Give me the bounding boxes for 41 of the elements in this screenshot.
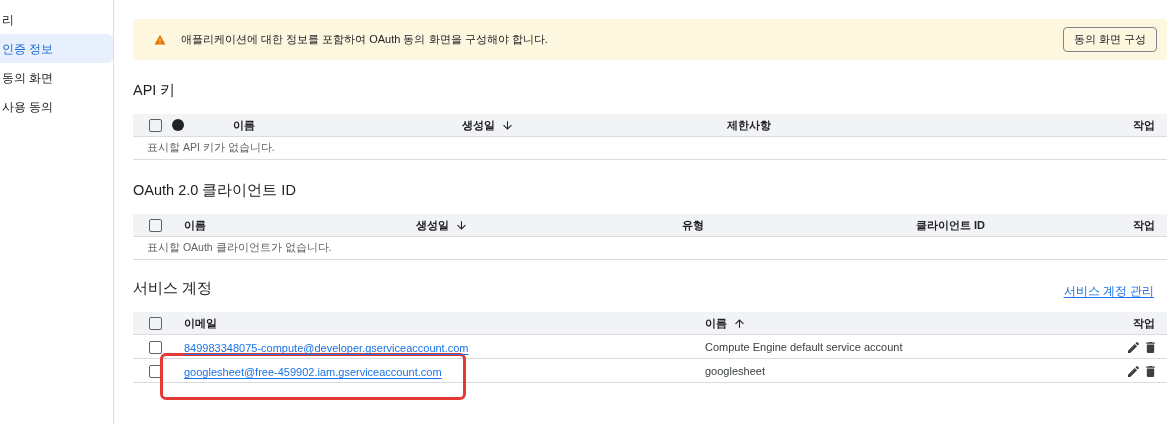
banner-message: 애플리케이션에 대한 정보를 포함하여 OAuth 동의 화면을 구성해야 합니다. [181, 32, 549, 48]
checkbox[interactable] [149, 218, 162, 232]
section-title: 서비스 계정 [133, 279, 213, 299]
arrow-up-icon[interactable] [733, 316, 746, 330]
sidebar-item[interactable]: 동의 화면 [0, 63, 113, 92]
column-header[interactable]: 생성일 [416, 216, 449, 234]
column-header[interactable]: 생성일 [462, 116, 495, 134]
email-link[interactable]: 849983348075-compute@developer.gserviceaccount.com [184, 342, 469, 354]
sidebar-item[interactable]: 리 [0, 5, 113, 34]
column-header: 작업 [1133, 217, 1155, 233]
section-title: OAuth 2.0 클라이언트 ID [133, 181, 296, 201]
sidebar-item[interactable]: 사용 동의 [0, 92, 113, 121]
column-header: 작업 [1133, 315, 1155, 331]
delete-icon[interactable] [1146, 365, 1155, 377]
empty-message: 표시할 API 키가 없습니다. [147, 140, 275, 156]
sidebar-item[interactable]: 인증 정보 [0, 34, 113, 63]
checkbox[interactable] [149, 364, 162, 378]
column-header: 이름 [233, 117, 255, 133]
column-header[interactable]: 이름 [705, 314, 727, 332]
warning-icon [154, 33, 166, 46]
delete-icon[interactable] [1146, 341, 1155, 353]
column-header: 클라이언트 ID [916, 217, 986, 233]
edit-icon[interactable] [1128, 341, 1139, 353]
column-header: 제한사항 [727, 117, 771, 133]
empty-message: 표시할 OAuth 클라이언트가 없습니다. [147, 240, 332, 256]
table-cell-text: googlesheet [705, 363, 765, 379]
column-header: 작업 [1133, 117, 1155, 133]
email-link[interactable]: googlesheet@free-459902.iam.gserviceaccount.com [184, 366, 442, 378]
column-header: 이름 [184, 217, 206, 233]
arrow-down-icon[interactable] [455, 218, 468, 232]
edit-icon[interactable] [1128, 365, 1139, 377]
checkbox[interactable] [149, 340, 162, 354]
manage-service-accounts-link[interactable]: 서비스 계정 관리 [1063, 282, 1154, 300]
checkbox[interactable] [149, 118, 162, 132]
column-header: 유형 [682, 217, 704, 233]
arrow-down-icon[interactable] [501, 118, 514, 132]
configure-consent-button[interactable]: 동의 화면 구성 [1062, 27, 1157, 52]
table-cell-text: Compute Engine default service account [705, 339, 903, 355]
column-header: 이메일 [184, 315, 217, 331]
checkbox[interactable] [149, 316, 162, 330]
section-title: API 키 [133, 81, 176, 101]
